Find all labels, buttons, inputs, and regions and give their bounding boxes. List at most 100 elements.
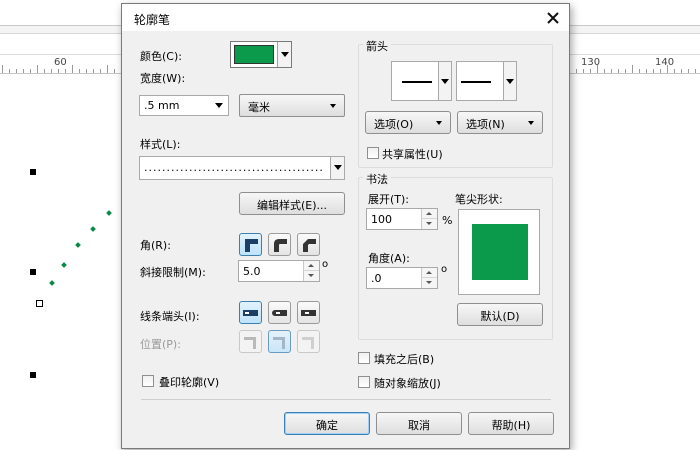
outside-position-icon xyxy=(244,337,256,349)
position-outside-button[interactable] xyxy=(239,330,262,353)
ruler-label: 140 xyxy=(655,57,675,68)
ruler-tick xyxy=(30,69,31,73)
start-arrow-options-button[interactable]: 选项(O) xyxy=(365,111,451,134)
ruler-tick xyxy=(79,69,80,73)
fill-behind-checkbox[interactable] xyxy=(358,352,370,364)
selection-node[interactable] xyxy=(30,269,36,275)
edit-style-button[interactable]: 编辑样式(E)... xyxy=(239,192,345,215)
width-value: .5 mm xyxy=(144,99,180,112)
ruler-tick xyxy=(114,69,115,73)
stretch-unit: % xyxy=(442,214,453,227)
corner-round-button[interactable] xyxy=(268,233,291,256)
ok-button[interactable]: 确定 xyxy=(284,412,370,435)
unit-select[interactable]: 毫米 xyxy=(239,94,345,117)
color-dropdown-toggle[interactable] xyxy=(277,42,291,67)
style-select[interactable]: ........................................ xyxy=(139,156,345,180)
position-center-button[interactable] xyxy=(268,330,291,353)
spin-up-button[interactable] xyxy=(421,209,437,219)
ruler-tick xyxy=(632,65,633,73)
spin-down-button[interactable] xyxy=(421,219,437,229)
stretch-label: 展开(T): xyxy=(368,193,410,206)
ruler-tick xyxy=(604,69,605,73)
nib-shape-label: 笔尖形状: xyxy=(455,193,503,206)
angle-spinner[interactable]: .0 xyxy=(366,267,438,289)
ruler-tick xyxy=(72,65,73,73)
help-button[interactable]: 帮助(H) xyxy=(468,412,554,435)
line-caps-label: 线条端头(I): xyxy=(140,310,200,323)
calligraphy-group-label: 书法 xyxy=(363,171,391,187)
overprint-label: 叠印轮廓(V) xyxy=(159,376,220,389)
ruler-tick xyxy=(590,69,591,73)
ruler-tick xyxy=(37,65,38,73)
dialog-title: 轮廓笔 xyxy=(134,13,171,27)
anchor-node[interactable] xyxy=(36,300,43,307)
stretch-value: 100 xyxy=(371,213,392,226)
position-label: 位置(P): xyxy=(140,338,181,351)
chevron-down-icon xyxy=(436,121,442,125)
cap-round-button[interactable] xyxy=(268,301,291,324)
dialog-titlebar[interactable]: 轮廓笔 xyxy=(122,4,569,31)
nib-shape-preview[interactable] xyxy=(458,209,540,295)
end-arrow-select[interactable] xyxy=(456,61,517,101)
ruler-tick xyxy=(667,65,668,73)
miter-limit-label: 斜接限制(M): xyxy=(140,266,206,279)
close-button[interactable] xyxy=(536,4,570,31)
line-preview-icon xyxy=(402,81,432,83)
spin-down-button[interactable] xyxy=(421,278,437,288)
ruler-tick xyxy=(93,69,94,73)
spin-up-button[interactable] xyxy=(303,261,319,271)
ruler-tick xyxy=(688,69,689,73)
ruler-tick xyxy=(660,69,661,73)
color-label: 颜色(C): xyxy=(140,50,182,63)
ruler-tick xyxy=(653,69,654,73)
ruler-tick xyxy=(611,69,612,73)
ruler-tick xyxy=(583,69,584,73)
style-dropdown-toggle[interactable] xyxy=(330,157,344,179)
unit-value: 毫米 xyxy=(248,101,270,114)
center-position-icon xyxy=(273,337,285,349)
cap-square-button[interactable] xyxy=(239,301,262,324)
ruler-tick xyxy=(646,69,647,73)
selection-node[interactable] xyxy=(30,169,36,175)
spin-up-button[interactable] xyxy=(421,268,437,278)
stretch-spinner[interactable]: 100 xyxy=(366,208,438,230)
ruler-tick xyxy=(65,69,66,73)
outline-dot xyxy=(49,280,55,286)
overprint-checkbox[interactable] xyxy=(142,375,154,387)
start-arrow-select[interactable] xyxy=(391,61,452,101)
ruler-tick xyxy=(625,69,626,73)
ruler-label: 60 xyxy=(54,57,67,68)
angle-value: .0 xyxy=(371,272,382,285)
fill-behind-label: 填充之后(B) xyxy=(374,353,435,366)
end-arrow-options-button[interactable]: 选项(N) xyxy=(457,111,543,134)
cap-extended-button[interactable] xyxy=(297,301,320,324)
width-select[interactable]: .5 mm xyxy=(139,95,229,116)
ruler-tick xyxy=(674,69,675,73)
width-label: 宽度(W): xyxy=(140,72,186,85)
miter-limit-spinner[interactable]: 5.0 xyxy=(238,260,320,282)
position-inside-button[interactable] xyxy=(297,330,320,353)
arrows-group-label: 箭头 xyxy=(363,38,391,54)
ruler-tick xyxy=(58,69,59,73)
outline-dot xyxy=(90,226,96,232)
cancel-button[interactable]: 取消 xyxy=(376,412,462,435)
selection-node[interactable] xyxy=(30,372,36,378)
ruler-tick xyxy=(2,65,3,73)
default-button[interactable]: 默认(D) xyxy=(457,303,543,326)
spin-down-button[interactable] xyxy=(303,271,319,281)
ruler-tick xyxy=(576,69,577,73)
chevron-down-icon xyxy=(506,79,514,84)
corner-bevel-button[interactable] xyxy=(297,233,320,256)
outline-dot xyxy=(106,210,112,216)
round-corner-icon xyxy=(274,239,287,252)
outline-dot xyxy=(75,242,81,248)
miter-corner-icon xyxy=(245,239,258,252)
color-picker[interactable] xyxy=(230,41,292,68)
square-cap-icon xyxy=(243,310,258,316)
start-arrow-dropdown[interactable] xyxy=(438,62,451,100)
scale-with-image-checkbox[interactable] xyxy=(358,376,370,388)
ruler-tick xyxy=(695,69,696,73)
share-attributes-checkbox[interactable] xyxy=(367,147,379,159)
corner-miter-button[interactable] xyxy=(239,233,262,256)
end-arrow-dropdown[interactable] xyxy=(503,62,516,100)
